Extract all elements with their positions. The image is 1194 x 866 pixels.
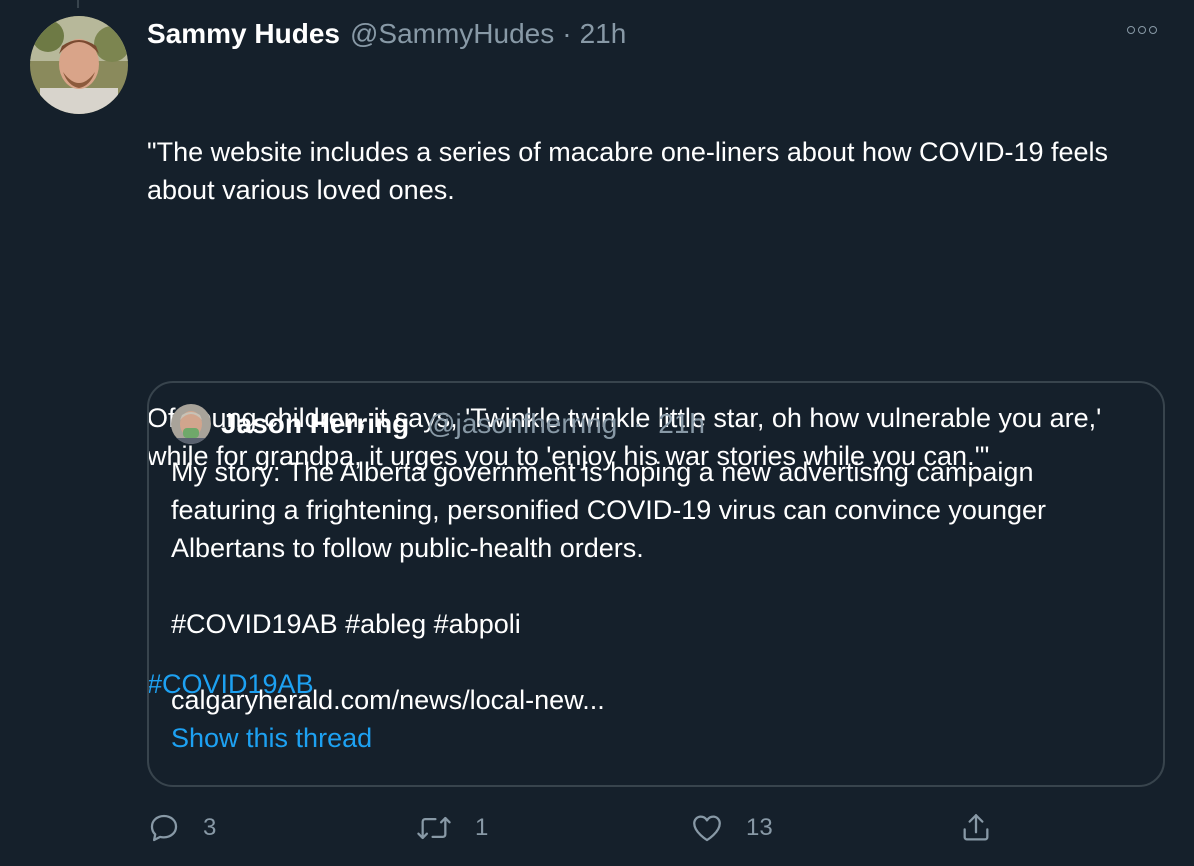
quoted-hashtags: #COVID19AB #ableg #abpoli <box>171 609 521 639</box>
author-name[interactable]: Sammy Hudes <box>147 14 340 54</box>
retweet-button[interactable]: 1 <box>415 806 488 850</box>
quoted-tweet-time[interactable]: 21h <box>658 408 705 439</box>
retweet-count: 1 <box>475 814 489 841</box>
quoted-author-avatar[interactable] <box>171 404 211 444</box>
quoted-author-name[interactable]: Jason Herring <box>221 408 409 439</box>
separator: · <box>562 18 572 49</box>
author-handle[interactable]: @SammyHudes <box>350 14 554 54</box>
share-button[interactable] <box>959 806 993 850</box>
show-thread-link[interactable]: Show this thread <box>171 719 1131 757</box>
reply-count: 3 <box>203 814 217 841</box>
tweet-paragraph: "The website includes a series of macabr… <box>147 137 1116 205</box>
tweet-actions: 3 1 13 <box>147 806 1007 850</box>
tweet-time[interactable]: 21h <box>580 14 627 54</box>
quoted-paragraph: My story: The Alberta government is hopi… <box>171 457 1046 563</box>
more-icon[interactable] <box>1127 26 1157 34</box>
tweet[interactable]: Sammy Hudes @SammyHudes · 21h "The websi… <box>0 0 1194 866</box>
author-avatar[interactable] <box>30 16 128 114</box>
like-count: 13 <box>746 814 773 841</box>
quoted-link-text: calgaryherald.com/news/local-new... <box>171 685 605 715</box>
share-icon <box>959 811 993 845</box>
reply-icon <box>147 811 181 845</box>
retweet-icon <box>415 811 453 845</box>
thread-line <box>77 0 79 8</box>
separator: · <box>633 408 643 439</box>
quoted-author-handle[interactable]: @jasonfherring <box>427 408 617 439</box>
tweet-header: Sammy Hudes @SammyHudes · 21h <box>147 14 1157 54</box>
quoted-tweet-text: My story: The Alberta government is hopi… <box>171 453 1131 757</box>
reply-button[interactable]: 3 <box>147 806 216 850</box>
heart-icon <box>690 811 724 845</box>
quoted-tweet-header: Jason Herring @jasonfherring · 21h <box>221 404 705 444</box>
quoted-tweet[interactable]: Jason Herring @jasonfherring · 21h My st… <box>147 381 1165 787</box>
like-button[interactable]: 13 <box>690 806 773 850</box>
